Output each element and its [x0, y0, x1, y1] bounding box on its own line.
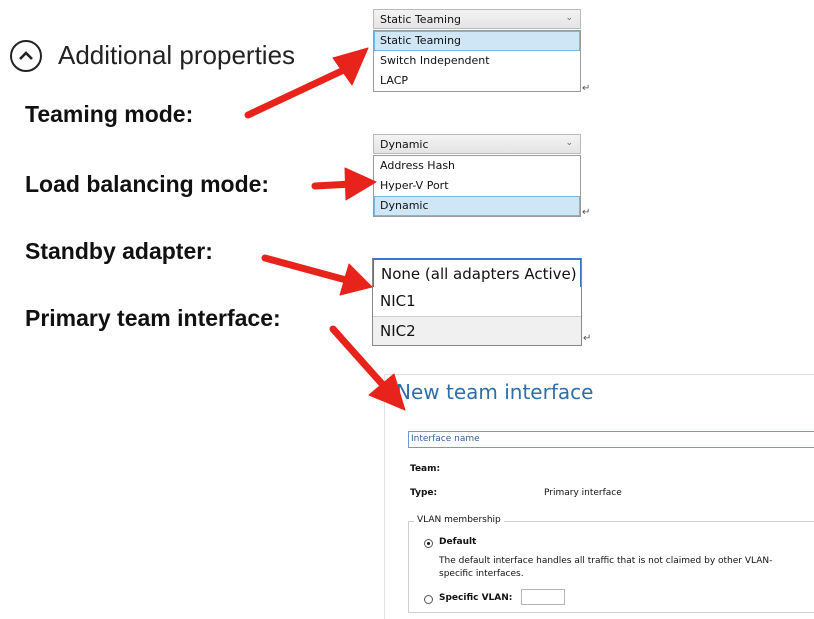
arrow-icon: [311, 167, 377, 201]
arrow-icon: [329, 325, 406, 411]
annotation-arrows: [244, 47, 406, 411]
arrow-icon: [261, 254, 373, 296]
arrow-icon: [244, 47, 369, 119]
